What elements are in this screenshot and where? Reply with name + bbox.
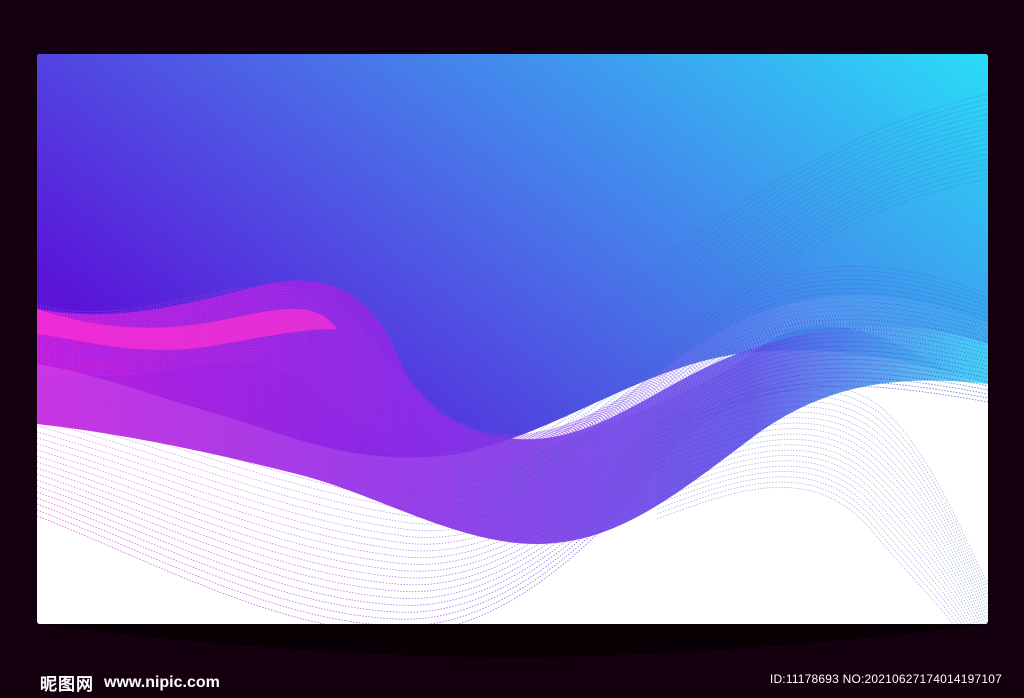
watermark-id: ID:11178693 NO:20210627174014197107 bbox=[769, 672, 1002, 686]
watermark-brand: 昵图网 bbox=[40, 675, 94, 695]
watermark-left: 昵图网 www.nipic.com bbox=[40, 670, 220, 696]
wave-artwork bbox=[37, 54, 988, 624]
watermark-url: www.nipic.com bbox=[104, 673, 220, 691]
